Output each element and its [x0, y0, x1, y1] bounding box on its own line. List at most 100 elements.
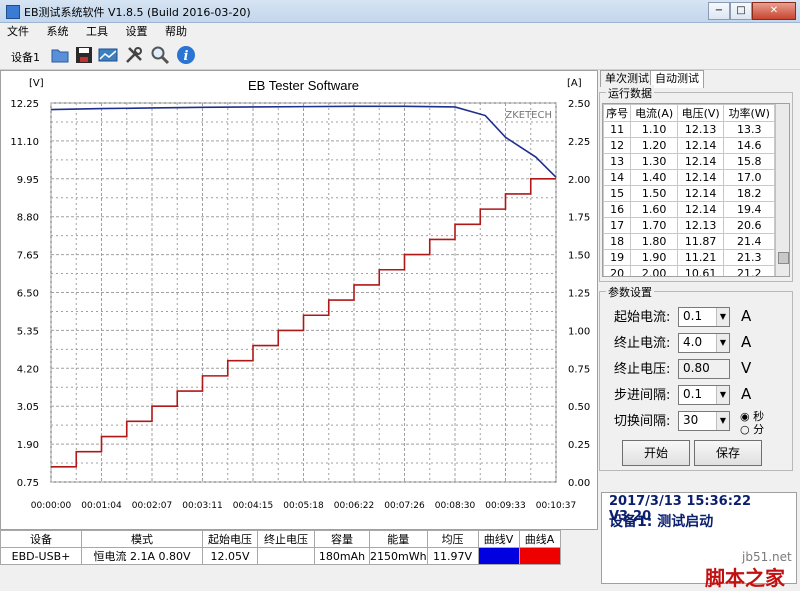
chevron-down-icon: ▼ [716, 334, 729, 352]
col-header: 能量 [369, 530, 428, 548]
menu-bar: 文件 系统 工具 设置 帮助 [0, 23, 800, 40]
y-left-tick-label: 4.20 [17, 364, 39, 375]
folder-open-icon[interactable] [50, 45, 70, 65]
cell-end-voltage [257, 547, 315, 565]
tools-icon[interactable] [124, 45, 144, 65]
param-label-end-voltage: 终止电压: [614, 362, 671, 377]
radio-minutes[interactable]: ○ 分 [740, 421, 764, 437]
table-cell: 12.14 [676, 201, 725, 218]
tab-auto-test[interactable]: 自动测试 [650, 70, 704, 88]
table-cell: 14.6 [723, 137, 775, 154]
col-header: 终止电压 [257, 530, 315, 548]
maximize-button[interactable]: □ [730, 2, 752, 20]
table-cell: 18 [603, 233, 632, 250]
table-row[interactable]: 17 1.70 12.13 20.6 [603, 217, 775, 234]
switch-interval-value: 30 [683, 413, 699, 427]
toolbar: 设备1 i [0, 41, 800, 70]
table-cell: 10.61 [676, 265, 725, 276]
table-row[interactable]: 12 1.20 12.14 14.6 [603, 137, 775, 154]
x-tick-label: 00:01:04 [81, 501, 122, 511]
table-cell: 21.3 [723, 249, 775, 266]
table-cell: 1.20 [630, 137, 678, 154]
start-current-value: 0.1 [683, 309, 703, 323]
param-label-switch-interval: 切换间隔: [614, 414, 671, 429]
menu-system[interactable]: 系统 [40, 23, 76, 40]
param-label-step: 步进间隔: [614, 388, 671, 403]
end-current-select[interactable]: 4.0 ▼ [678, 333, 730, 353]
save-icon[interactable] [74, 45, 94, 65]
table-row[interactable]: 18 1.80 11.87 21.4 [603, 233, 775, 250]
table-cell: 12.13 [676, 121, 725, 138]
x-tick-label: 00:02:07 [132, 501, 172, 511]
result-table: 设备 模式 起始电压 终止电压 容量 能量 均压 曲线V 曲线A EBD-USB… [0, 530, 596, 565]
save-button[interactable]: 保存 [694, 440, 762, 466]
info-icon[interactable]: i [176, 45, 196, 65]
run-data-scrollbar[interactable] [775, 104, 789, 276]
table-row[interactable]: 15 1.50 12.14 18.2 [603, 185, 775, 202]
step-select[interactable]: 0.1 ▼ [678, 385, 730, 405]
end-voltage-field[interactable]: 0.80 [678, 359, 730, 379]
col-header: 设备 [0, 530, 82, 548]
start-current-unit: A [741, 307, 752, 325]
table-cell: 14 [603, 169, 632, 186]
switch-interval-select[interactable]: 30 ▼ [678, 411, 730, 431]
table-cell: 20 [603, 265, 632, 276]
table-cell: 12.13 [676, 217, 725, 234]
y-right-tick-label: 0.75 [568, 364, 590, 375]
table-row[interactable]: 16 1.60 12.14 19.4 [603, 201, 775, 218]
minimize-button[interactable]: − [708, 2, 730, 20]
y-right-tick-label: 0.50 [568, 402, 590, 413]
menu-file[interactable]: 文件 [0, 23, 36, 40]
curve-a-swatch[interactable] [518, 547, 561, 565]
start-current-select[interactable]: 0.1 ▼ [678, 307, 730, 327]
curve-v-swatch[interactable] [477, 547, 520, 565]
cell-mode: 恒电流 2.1A 0.80V [81, 547, 203, 565]
y-left-tick-label: 7.65 [17, 251, 39, 262]
start-button[interactable]: 开始 [622, 440, 690, 466]
col-header: 模式 [81, 530, 203, 548]
table-row[interactable]: 20 2.00 10.61 21.2 [603, 265, 775, 276]
left-axis-unit: [V] [29, 78, 44, 89]
table-cell: 1.50 [630, 185, 678, 202]
menu-tools[interactable]: 工具 [79, 23, 115, 40]
table-cell: 17.0 [723, 169, 775, 186]
search-icon[interactable] [150, 45, 170, 65]
x-tick-label: 00:04:15 [233, 501, 273, 511]
y-left-tick-label: 0.75 [17, 478, 39, 489]
table-cell: 18.2 [723, 185, 775, 202]
table-cell: 19 [603, 249, 632, 266]
table-row[interactable]: 13 1.30 12.14 15.8 [603, 153, 775, 170]
menu-settings[interactable]: 设置 [119, 23, 155, 40]
x-tick-label: 00:09:33 [485, 501, 525, 511]
chart-title: EB Tester Software [248, 78, 359, 93]
cell-start-voltage: 12.05V [202, 547, 258, 565]
scroll-thumb[interactable] [778, 252, 789, 264]
table-cell: 1.80 [630, 233, 678, 250]
table-cell: 11.21 [676, 249, 725, 266]
x-tick-label: 00:08:30 [435, 501, 476, 511]
run-header: 序号 [603, 104, 632, 122]
table-cell: 1.40 [630, 169, 678, 186]
device-label[interactable]: 设备1 [11, 49, 40, 65]
run-data-list[interactable]: 序号 电流(A) 电压(V) 功率(W) 11 1.10 12.13 13.3 12 1.… [602, 103, 790, 277]
chart-icon[interactable] [98, 45, 118, 65]
x-tick-label: 00:06:22 [334, 501, 374, 511]
col-header: 曲线A [518, 530, 561, 548]
table-cell: 13 [603, 153, 632, 170]
y-right-tick-label: 1.50 [568, 251, 590, 262]
table-row[interactable]: 14 1.40 12.14 17.0 [603, 169, 775, 186]
menu-help[interactable]: 帮助 [158, 23, 194, 40]
run-data-legend: 运行数据 [606, 85, 654, 101]
y-right-tick-label: 0.00 [568, 478, 590, 489]
close-button[interactable]: ✕ [752, 2, 796, 20]
table-cell: 12.14 [676, 137, 725, 154]
watermark-site: 脚本之家 [705, 566, 785, 590]
y-right-tick-label: 1.00 [568, 326, 590, 337]
table-row[interactable]: 11 1.10 12.13 13.3 [603, 121, 775, 138]
x-tick-label: 00:00:00 [31, 501, 72, 511]
table-row[interactable]: 19 1.90 11.21 21.3 [603, 249, 775, 266]
table-cell: 12.14 [676, 153, 725, 170]
table-cell: 17 [603, 217, 632, 234]
table-cell: 13.3 [723, 121, 775, 138]
y-left-tick-label: 11.10 [10, 137, 39, 148]
